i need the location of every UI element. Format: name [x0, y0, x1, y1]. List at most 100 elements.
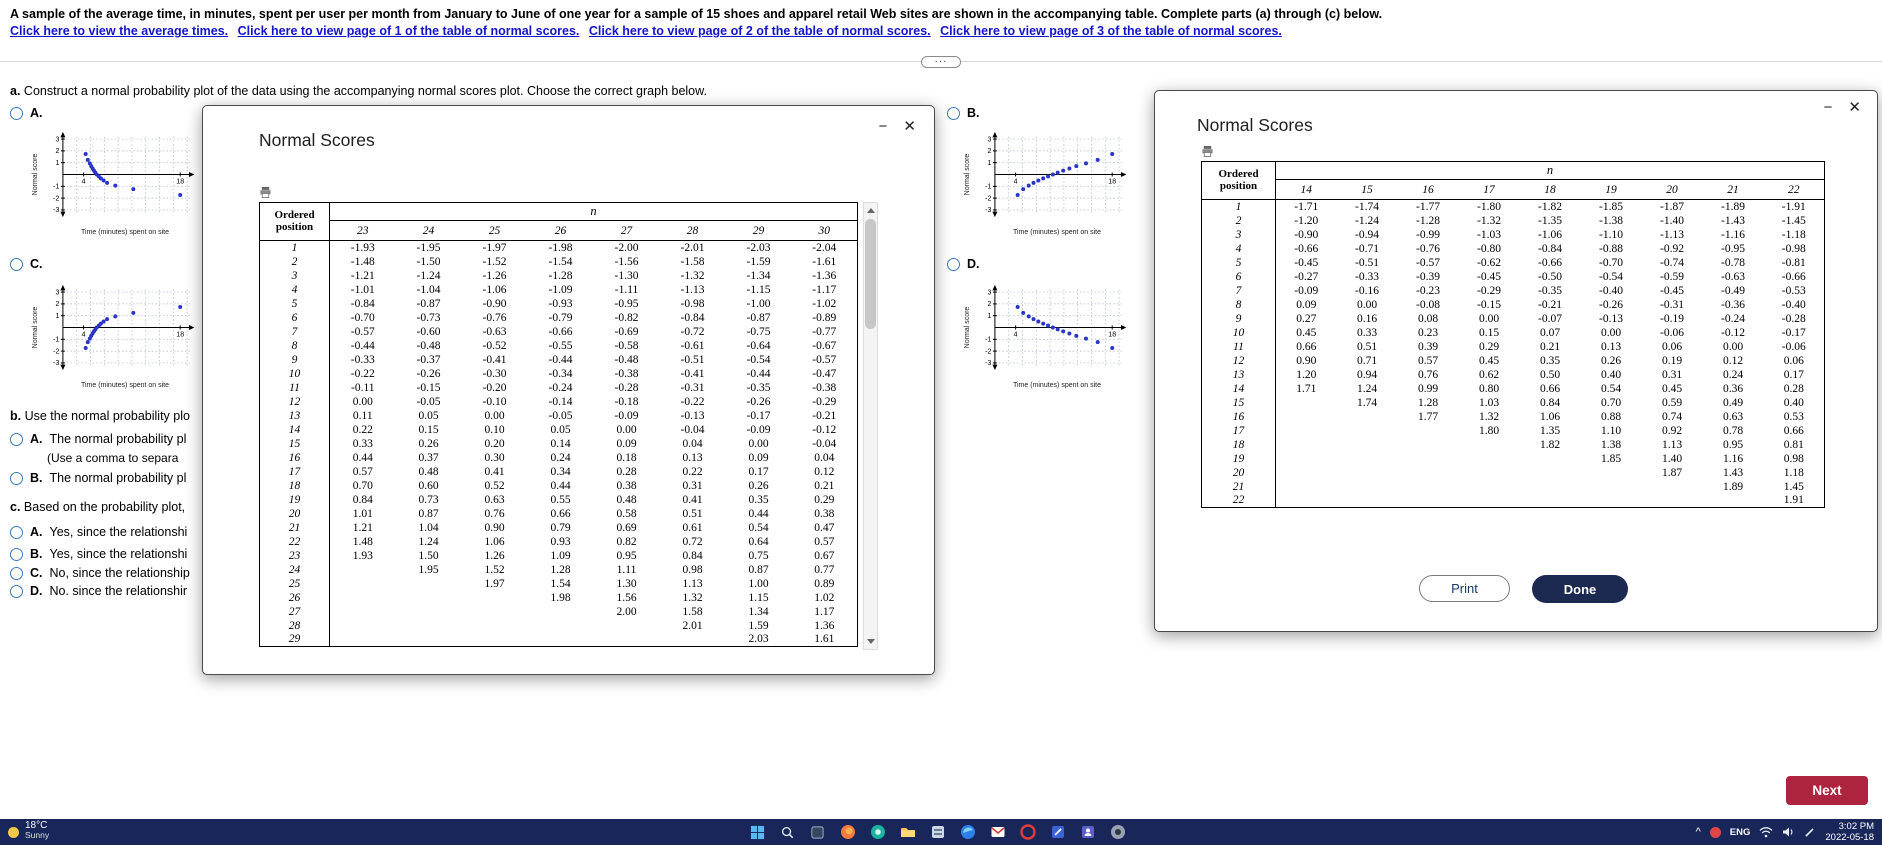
svg-text:-1: -1 [53, 337, 59, 344]
table-row: 27 2.00 1.58 1.34 1.17 [259, 604, 858, 619]
plot-option-b: 3 2 1 -1 -2 -3 4 18 Time (minutes) spent on site… [962, 127, 1134, 242]
table-row: 17 0.57 0.48 0.41 0.34 0.28 0.22 0.17 0.12 [259, 464, 858, 479]
next-button[interactable]: Next [1786, 776, 1868, 805]
table-row: 15 0.33 0.26 0.20 0.14 0.09 0.04 0.00 -0.04 [259, 436, 858, 451]
pen-icon[interactable] [1804, 826, 1816, 838]
part-c-option-d-text: No. since the relationshir [49, 584, 188, 598]
svg-text:Normal score: Normal score [32, 154, 39, 196]
part-b-letter: b. [10, 409, 22, 423]
store-icon[interactable] [869, 823, 887, 841]
language-indicator[interactable]: ENG [1730, 827, 1751, 838]
table-row: 6 -0.27 -0.33 -0.39 -0.45 -0.50 -0.54 -0.59 -0.6… [1201, 269, 1825, 284]
camera-icon[interactable] [1109, 823, 1127, 841]
wifi-icon[interactable] [1759, 826, 1773, 838]
scroll-down-button[interactable] [864, 634, 877, 649]
table-row: 22 1.91 [1201, 493, 1825, 508]
link-normal-scores-page-2[interactable]: Click here to view page of 2 of the tabl… [589, 24, 931, 38]
print-table-icon[interactable] [259, 186, 272, 199]
print-table-icon[interactable] [1201, 145, 1214, 158]
close-icon[interactable]: ✕ [1848, 100, 1861, 115]
part-c-option-c-text: No, since the relationship [49, 566, 190, 580]
teams-icon[interactable] [1079, 823, 1097, 841]
part-a-option-d[interactable]: D. [947, 257, 980, 271]
table-row: 24 1.95 1.52 1.28 1.11 0.98 0.87 0.77 [259, 562, 858, 577]
system-tray: ^ ENG 3:02 PM 2022-05-18 [1696, 821, 1882, 844]
radio-part-a-option-c[interactable] [10, 257, 23, 271]
table-row: 28 2.01 1.59 1.36 [259, 618, 858, 633]
mail-icon[interactable] [989, 823, 1007, 841]
radio-part-b-option-b[interactable] [10, 471, 23, 485]
table-row: 10 0.45 0.33 0.23 0.15 0.07 0.00 -0.06 -0.12 -0.1… [1201, 325, 1825, 340]
table-row: 13 1.20 0.94 0.76 0.62 0.50 0.40 0.31 0.24 0.17 [1201, 367, 1825, 382]
tray-badge-icon[interactable] [1709, 826, 1721, 838]
table-row: 3 -0.90 -0.94 -0.99 -1.03 -1.06 -1.10 -1.13 -1.1… [1201, 227, 1825, 242]
link-normal-scores-page-1[interactable]: Click here to view page of 1 of the tabl… [238, 24, 580, 38]
table-column-header: 29 [725, 220, 792, 241]
table-column-header: 22 [1763, 179, 1825, 200]
close-icon[interactable]: ✕ [903, 119, 916, 134]
table-scrollbar[interactable] [863, 202, 878, 650]
radio-part-c-option-a[interactable] [10, 525, 23, 539]
minimize-icon[interactable]: − [1824, 100, 1833, 115]
table-row: 20 1.87 1.43 1.18 [1201, 465, 1825, 480]
designer-icon[interactable] [1049, 823, 1067, 841]
table-row: 25 1.97 1.54 1.30 1.13 1.00 0.89 [259, 576, 858, 591]
radio-part-c-option-b[interactable] [10, 547, 23, 561]
minimize-icon[interactable]: − [879, 119, 888, 134]
part-a-option-b[interactable]: B. [947, 106, 980, 120]
question-expander-button[interactable]: ··· [921, 56, 961, 68]
problem-statement: A sample of the average time, in minutes… [10, 7, 1383, 21]
link-average-times[interactable]: Click here to view the average times. [10, 24, 228, 38]
svg-text:3: 3 [987, 136, 991, 143]
table-row: 1 -1.71 -1.74 -1.77 -1.80 -1.82 -1.85 -1.87 -1.8… [1201, 199, 1825, 214]
search-icon[interactable] [779, 823, 797, 841]
radio-part-b-option-a[interactable] [10, 432, 23, 446]
firefox-icon[interactable] [839, 823, 857, 841]
table-row: 4 -0.66 -0.71 -0.76 -0.80 -0.84 -0.88 -0.92 -0.9… [1201, 241, 1825, 256]
table-row: 19 1.85 1.40 1.16 0.98 [1201, 451, 1825, 466]
radio-part-c-option-c[interactable] [10, 566, 23, 580]
normal-scores-dialog-right: − ✕ Normal Scores Ordered position n 14 15 16… [1154, 90, 1878, 632]
option-b-label: B. [967, 106, 980, 120]
opera-icon[interactable] [1019, 823, 1037, 841]
part-b-option-b[interactable]: B. The normal probability pl [10, 471, 186, 485]
tray-expand-icon[interactable]: ^ [1696, 826, 1701, 838]
print-button[interactable]: Print [1419, 575, 1510, 602]
part-c-option-b-label: B. [30, 547, 43, 561]
normal-scores-table: Ordered position n 23 24 25 26 27 28 29 30 1 -1.93 -1… [259, 202, 858, 647]
radio-part-a-option-a[interactable] [10, 106, 23, 120]
svg-text:4: 4 [82, 179, 86, 186]
folder-icon[interactable] [899, 823, 917, 841]
part-c-option-b[interactable]: B. Yes, since the relationshi [10, 547, 187, 561]
part-b-option-a[interactable]: A. The normal probability pl [10, 432, 186, 446]
task-view-icon[interactable] [809, 823, 827, 841]
part-a-option-a[interactable]: A. [10, 106, 43, 120]
taskbar-clock[interactable]: 3:02 PM 2022-05-18 [1825, 821, 1874, 844]
radio-part-c-option-d[interactable] [10, 584, 23, 598]
edge-icon[interactable] [959, 823, 977, 841]
resource-links: Click here to view the average times. Cl… [10, 24, 1288, 38]
done-button[interactable]: Done [1532, 575, 1628, 603]
svg-text:-2: -2 [985, 348, 991, 355]
table-row: 18 0.70 0.60 0.52 0.44 0.38 0.31 0.26 0.21 [259, 478, 858, 493]
part-c-option-d[interactable]: D. No. since the relationshir [10, 584, 187, 598]
table-row: 7 -0.09 -0.16 -0.23 -0.29 -0.35 -0.40 -0.45 -0.4… [1201, 283, 1825, 298]
part-a-option-c[interactable]: C. [10, 257, 43, 271]
app-icon[interactable] [929, 823, 947, 841]
volume-icon[interactable] [1782, 826, 1795, 838]
part-c-option-c[interactable]: C. No, since the relationship [10, 566, 190, 580]
taskbar-weather-widget[interactable]: 18°C Sunny [0, 820, 180, 844]
svg-text:1: 1 [987, 160, 991, 167]
radio-part-a-option-d[interactable] [947, 257, 960, 271]
scroll-thumb[interactable] [865, 219, 876, 329]
link-normal-scores-page-3[interactable]: Click here to view page of 3 of the tabl… [940, 24, 1282, 38]
radio-part-a-option-b[interactable] [947, 106, 960, 120]
scroll-up-button[interactable] [864, 203, 877, 218]
part-c-letter: c. [10, 500, 21, 514]
part-b-option-a-hint: (Use a comma to separa [47, 451, 179, 465]
table-row: 11 0.66 0.51 0.39 0.29 0.21 0.13 0.06 0.00 -0.06 [1201, 339, 1825, 354]
windows-start-icon[interactable] [749, 823, 767, 841]
normal-scores-table-host-left: Ordered position n 23 24 25 26 27 28 29 30 1 -1.93 -1… [259, 202, 858, 647]
part-c-option-a[interactable]: A. Yes, since the relationshi [10, 525, 187, 539]
table-column-header: 24 [395, 220, 462, 241]
